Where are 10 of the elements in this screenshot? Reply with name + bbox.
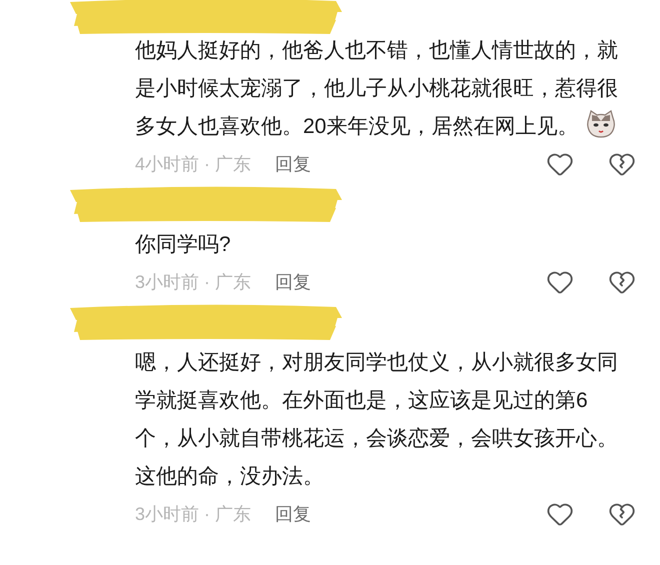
comment-text: 他妈人挺好的，他爸人也不错，也懂人情世故的，就是小时候太宠溺了，他儿子从小桃花就很旺，惹得很多女人也喜欢他。20来年没见，居然在网上见。 [135, 38, 619, 141]
comment-meta: 4小时前 · 广东 [135, 152, 252, 176]
comment-meta: 3小时前 · 广东 [135, 502, 252, 526]
comment-text: 嗯，人还挺好，对朋友同学也仗义，从小就很多女同学就挺喜欢他。在外面也是，这应该是见过的第6个，从小就自带桃花运，会谈恋爱，会哄女孩开心。这他的命，没办法。 [135, 350, 619, 490]
cat-emoji-icon [586, 109, 616, 139]
comment-text: 你同学吗? [135, 232, 232, 258]
reply-button[interactable]: 回复 [275, 268, 312, 296]
reply-button[interactable]: 回复 [275, 500, 312, 528]
reply-button[interactable]: 回复 [275, 150, 312, 178]
comment-meta: 3小时前 · 广东 [135, 270, 252, 294]
